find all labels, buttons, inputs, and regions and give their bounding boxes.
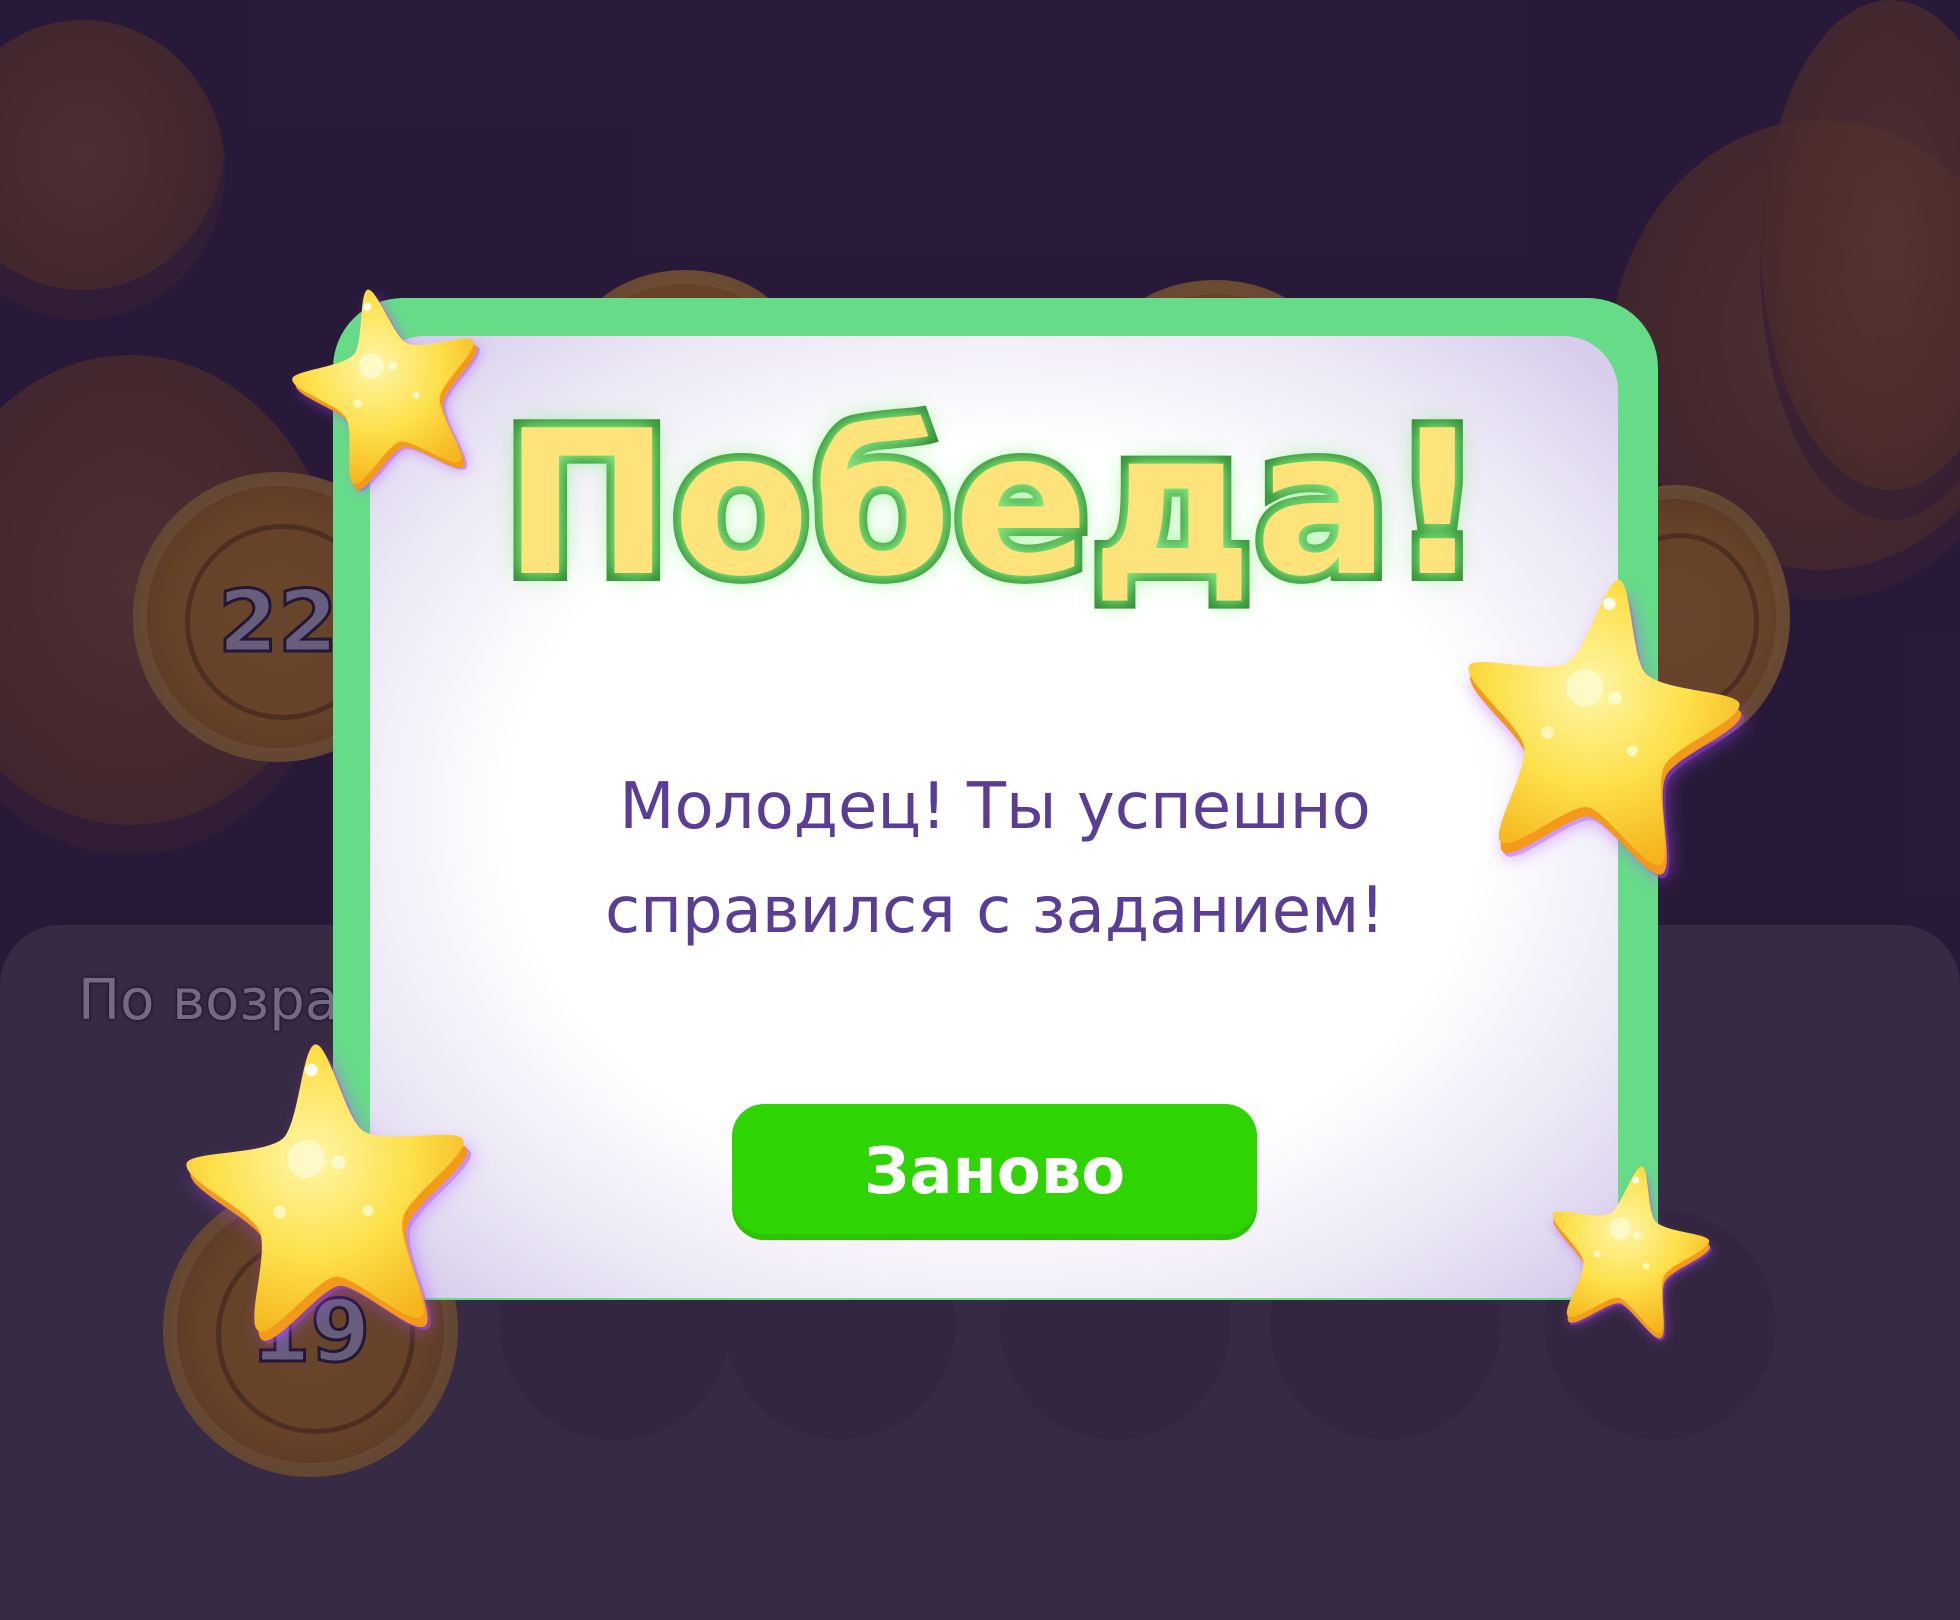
restart-button[interactable]: Заново bbox=[732, 1104, 1257, 1240]
star-icon-graphic bbox=[261, 251, 512, 510]
victory-message: Молодец! Ты успешно справился с заданием… bbox=[470, 755, 1520, 963]
victory-message-line: справился с заданием! bbox=[604, 874, 1386, 948]
victory-title: Победа! bbox=[495, 388, 1491, 621]
star-icon bbox=[156, 1007, 498, 1358]
star-icon-graphic bbox=[1424, 535, 1776, 895]
star-icon-graphic bbox=[1523, 1138, 1732, 1351]
game-scene: 22 По возрас 19 Победа! Молодец! Ты успе… bbox=[0, 0, 1960, 1620]
star-icon bbox=[261, 251, 512, 510]
star-icon-graphic bbox=[156, 1007, 498, 1358]
star-icon bbox=[1424, 535, 1776, 895]
victory-message-line: Молодец! Ты успешно bbox=[619, 770, 1371, 844]
star-icon bbox=[1523, 1138, 1732, 1351]
